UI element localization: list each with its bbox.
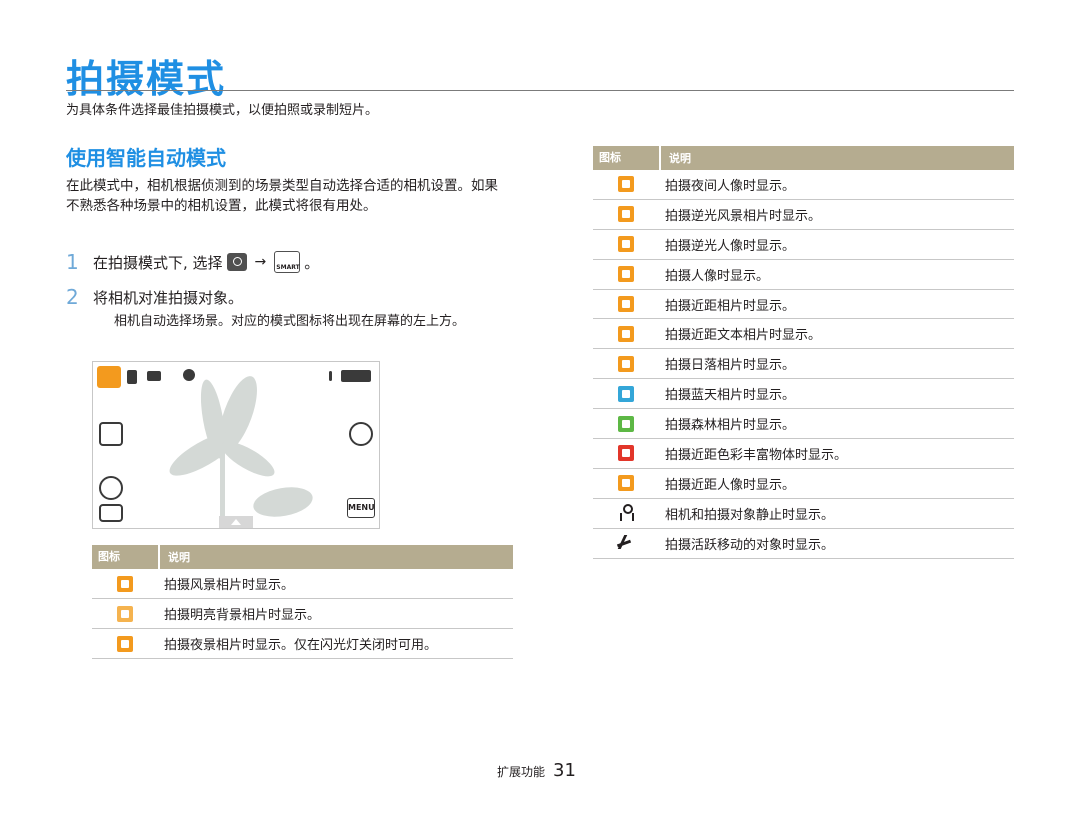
row-text: 拍摄近距相片时显示。: [665, 298, 796, 314]
count-icon: [329, 371, 332, 381]
action-icon: [617, 534, 635, 552]
resolution-icon: [147, 371, 161, 381]
row-text: 拍摄活跃移动的对象时显示。: [665, 537, 835, 553]
scene-icon-table-left: 图标 说明 拍摄风景相片时显示。 拍摄明亮背景相片时显示。 拍摄夜景相片时显示。…: [92, 545, 513, 659]
macro-icon: [618, 296, 634, 312]
backlight-portrait-icon: [618, 236, 634, 253]
tripod-icon: [617, 504, 635, 522]
row-text: 拍摄人像时显示。: [665, 268, 770, 284]
header-icon: 图标: [593, 146, 661, 170]
macro-portrait-icon: [618, 475, 634, 492]
row-text: 拍摄森林相片时显示。: [665, 418, 796, 434]
page-footer: 扩展功能 31: [497, 760, 576, 781]
page-number: 31: [553, 760, 576, 781]
macro-scene-icon: [97, 366, 121, 388]
night-portrait-icon: [618, 176, 634, 193]
scene-icon-table-right: 图标 说明 拍摄夜间人像时显示。 拍摄逆光风景相片时显示。 拍摄逆光人像时显示。…: [593, 146, 1014, 559]
table-row: 拍摄夜景相片时显示。仅在闪光灯关闭时可用。: [92, 629, 513, 659]
battery-icon: [341, 370, 371, 382]
camera-screen-illustration: MENU: [92, 361, 380, 529]
blue-sky-icon: [618, 385, 634, 402]
white-icon: [117, 605, 133, 622]
arrow-text: →: [254, 254, 267, 270]
row-text: 拍摄逆光人像时显示。: [665, 238, 796, 254]
flower-silhouette: [169, 376, 313, 524]
step-number: 1: [66, 250, 79, 274]
table-row: 拍摄明亮背景相片时显示。: [92, 599, 513, 629]
night-icon: [117, 635, 133, 652]
section-title: 使用智能自动模式: [66, 146, 226, 170]
step-1: 1 在拍摄模式下, 选择 → 。: [66, 250, 319, 274]
landscape-icon: [117, 575, 133, 592]
row-text: 拍摄近距人像时显示。: [665, 477, 796, 493]
backlight-landscape-icon: [618, 206, 634, 223]
sunset-icon: [618, 355, 634, 372]
intro-text: 为具体条件选择最佳拍摄模式，以便拍照或录制短片。: [66, 103, 379, 118]
flash-icon[interactable]: [99, 422, 123, 446]
row-text: 相机和拍摄对象静止时显示。: [665, 507, 835, 523]
row-text: 拍摄明亮背景相片时显示。: [164, 608, 321, 623]
forest-icon: [618, 415, 634, 432]
page-title: 拍摄模式: [66, 57, 227, 101]
focus-icon[interactable]: [349, 422, 373, 446]
row-text: 拍摄逆光风景相片时显示。: [665, 208, 822, 224]
smart-auto-icon: [274, 251, 301, 273]
portrait-icon: [618, 266, 634, 283]
title-divider: [66, 90, 1014, 91]
timer-off-icon[interactable]: [99, 476, 123, 500]
step-text-end: 。: [304, 253, 320, 272]
step-note: 相机自动选择场景。对应的模式图标将出现在屏幕的左上方。: [114, 314, 466, 329]
row-text: 拍摄风景相片时显示。: [164, 578, 295, 593]
display-icon[interactable]: [99, 504, 123, 522]
table-header: 图标 说明: [92, 545, 513, 569]
row-text: 拍摄夜景相片时显示。仅在闪光灯关闭时可用。: [164, 638, 438, 653]
menu-button[interactable]: MENU: [347, 498, 375, 518]
step-text: 将相机对准拍摄对象。: [93, 288, 244, 307]
table-row: 拍摄风景相片时显示。: [92, 569, 513, 599]
camera-mode-icon: [226, 253, 247, 271]
row-text: 拍摄近距文本相片时显示。: [665, 328, 822, 344]
footer-section: 扩展功能: [497, 765, 546, 779]
macro-color-icon: [618, 445, 634, 462]
row-text: 拍摄近距色彩丰富物体时显示。: [665, 447, 848, 463]
row-text: 拍摄日落相片时显示。: [665, 358, 796, 374]
timer-icon: [183, 369, 195, 381]
section-paragraph: 在此模式中，相机根据侦测到的场景类型自动选择合适的相机设置。如果不熟悉各种场景中…: [66, 178, 498, 214]
header-desc: 说明: [168, 551, 190, 564]
header-desc: 说明: [669, 152, 691, 165]
row-text: 拍摄夜间人像时显示。: [665, 178, 796, 194]
table-header: 图标 说明: [593, 146, 1014, 170]
scroll-up-tab[interactable]: [219, 516, 253, 528]
step-number: 2: [66, 285, 79, 309]
macro-text-icon: [618, 325, 634, 342]
row-text: 拍摄蓝天相片时显示。: [665, 388, 796, 404]
header-icon: 图标: [92, 545, 160, 569]
step-2: 2 将相机对准拍摄对象。: [66, 285, 243, 309]
tripod-status-icon: [127, 370, 137, 384]
step-text: 在拍摄模式下, 选择: [93, 253, 223, 272]
